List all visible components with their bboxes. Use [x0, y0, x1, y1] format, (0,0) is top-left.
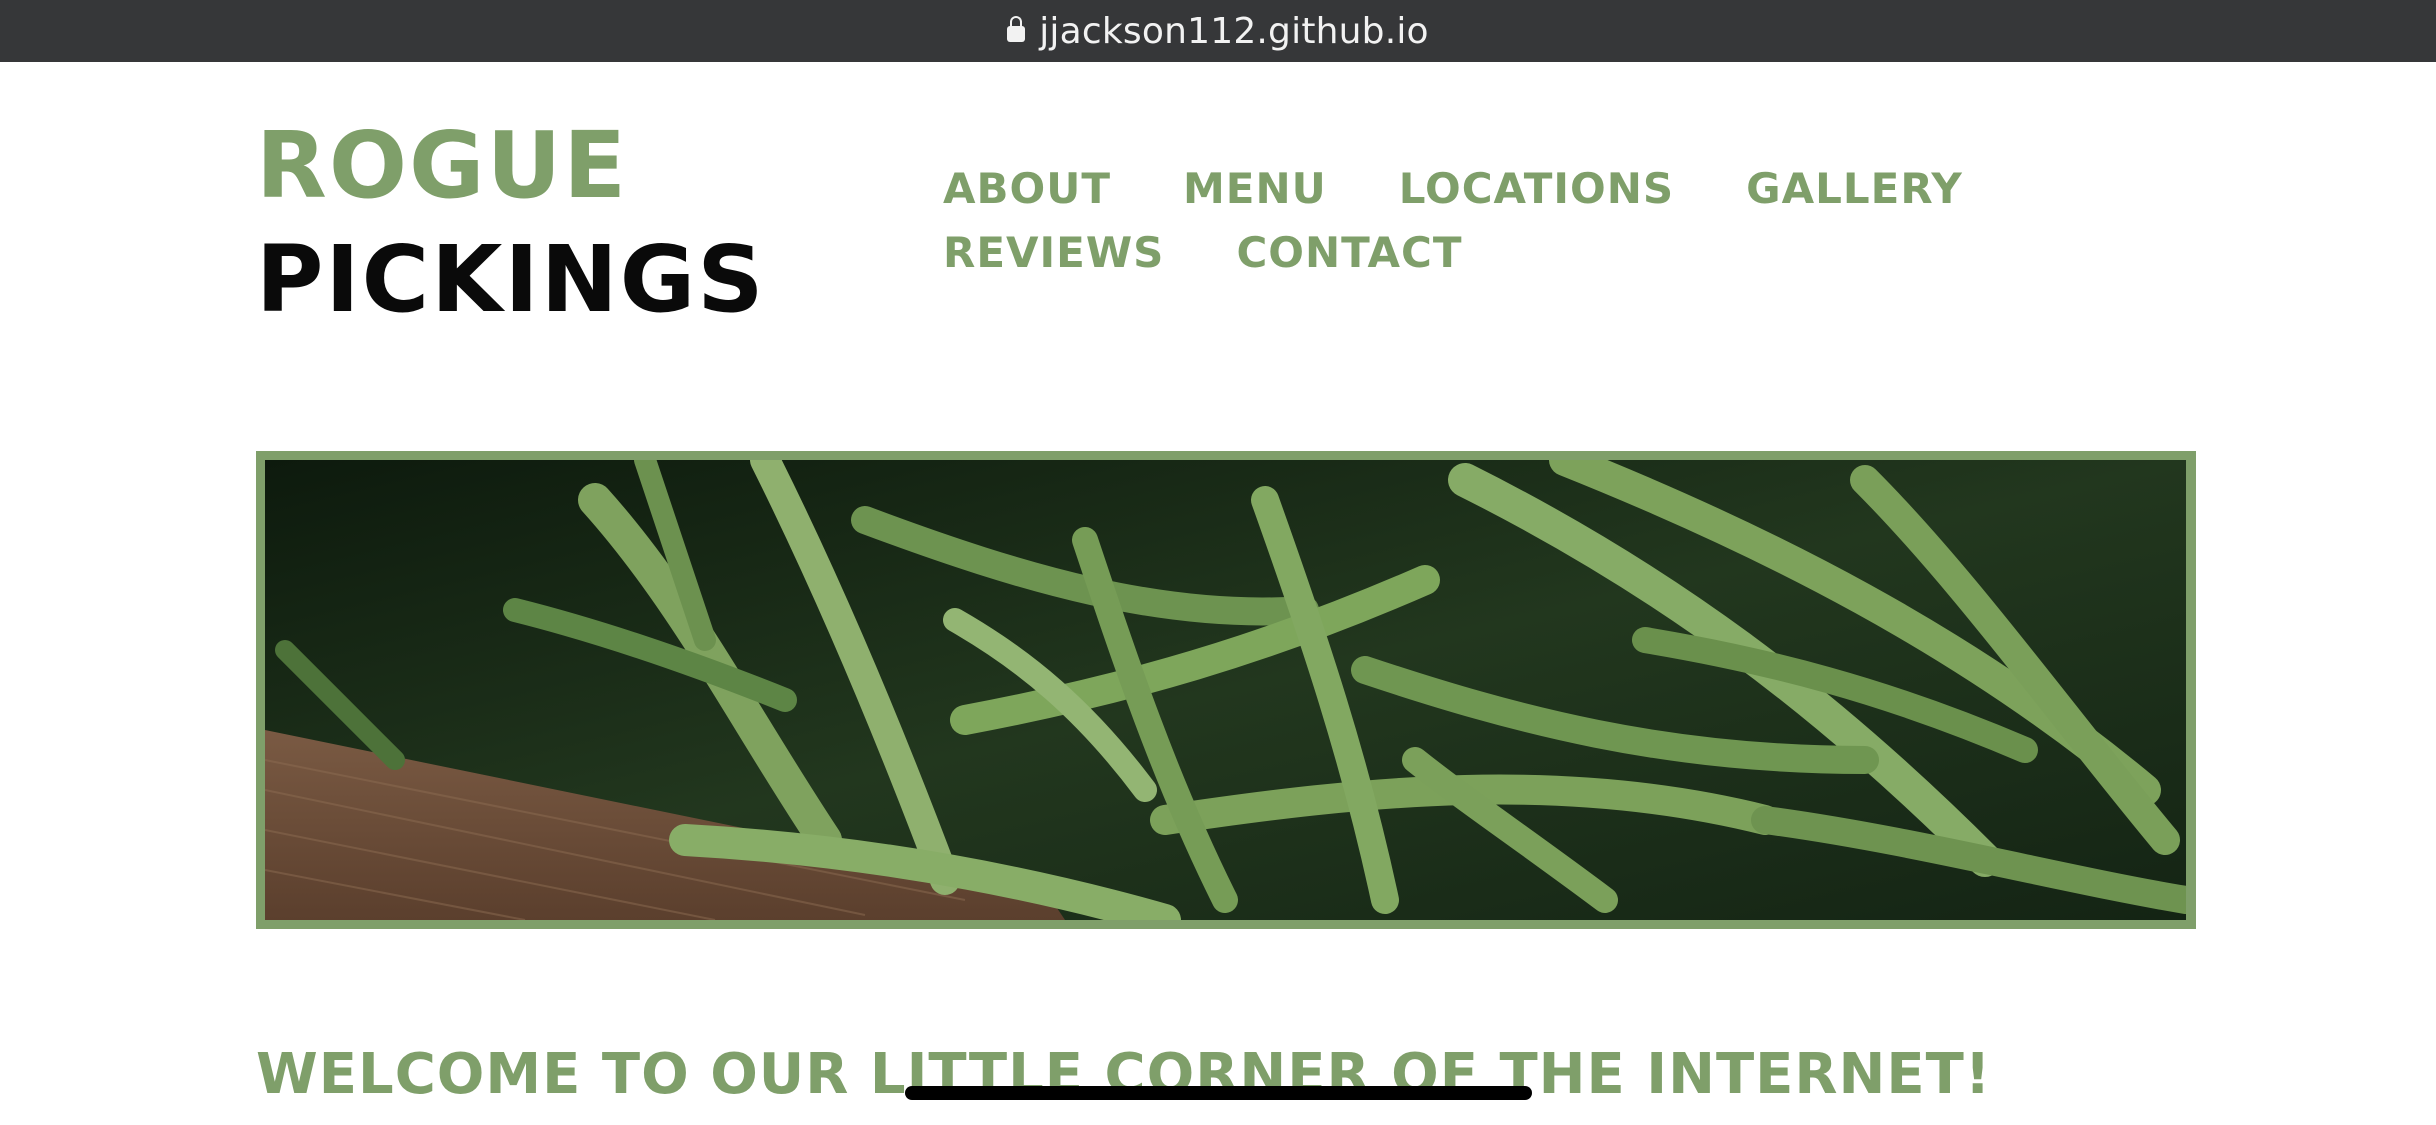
nav-item-contact[interactable]: CONTACT — [1236, 228, 1462, 278]
green-beans-photo — [265, 460, 2186, 920]
site-logo[interactable]: ROGUE PICKINGS — [256, 120, 765, 326]
lock-icon — [1007, 16, 1026, 42]
hero-image-frame — [256, 451, 2196, 929]
home-indicator[interactable] — [905, 1086, 1532, 1100]
nav-item-menu[interactable]: MENU — [1183, 164, 1327, 214]
url-text[interactable]: jjackson112.github.io — [1039, 11, 1429, 52]
nav-item-locations[interactable]: LOCATIONS — [1399, 164, 1674, 214]
logo-line-2: PICKINGS — [256, 226, 766, 333]
browser-url-bar[interactable]: jjackson112.github.io — [0, 0, 2436, 62]
nav-item-reviews[interactable]: REVIEWS — [943, 228, 1164, 278]
main-nav: ABOUT MENU LOCATIONS GALLERY REVIEWS CON… — [943, 164, 2003, 278]
logo-line-1: ROGUE — [256, 112, 629, 219]
nav-item-gallery[interactable]: GALLERY — [1746, 164, 1963, 214]
nav-item-about[interactable]: ABOUT — [943, 164, 1111, 214]
